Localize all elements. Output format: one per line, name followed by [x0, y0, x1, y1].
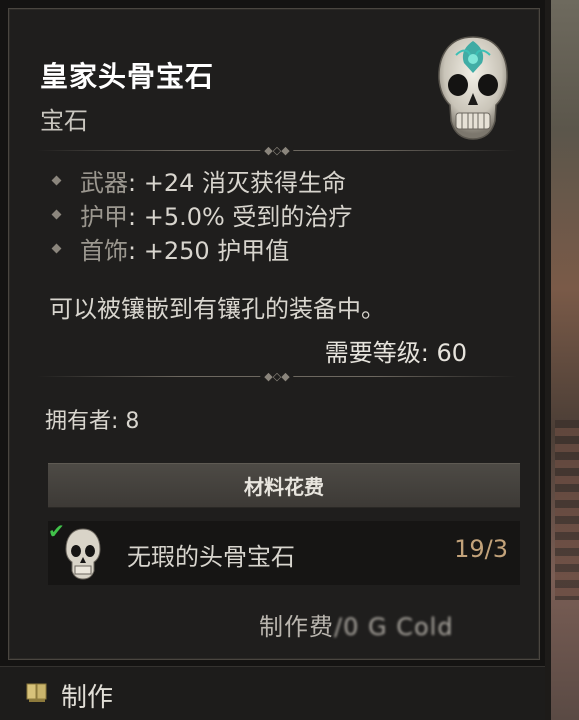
level-requirement: 需要等级: 60 [324, 339, 467, 367]
affix-value: : +250 护甲值 [128, 236, 290, 265]
item-name: 皇家头骨宝石 [40, 60, 215, 93]
skull-icon [65, 528, 101, 580]
materials-header: 材料花费 [48, 463, 520, 508]
material-name: 无瑕的头骨宝石 [127, 543, 295, 571]
affix-slot: 首饰 [80, 236, 128, 265]
affix-armor: 护甲 : +5.0% 受到的治疗 [49, 197, 352, 231]
material-row[interactable]: ✔ 无瑕的头骨宝石 19/3 [48, 519, 520, 585]
cost-label: 制作费 [259, 613, 334, 641]
affix-weapon: 武器 : +24 消灭获得生命 [49, 163, 346, 197]
skull-gem-icon [438, 36, 508, 140]
item-description: 可以被镶嵌到有镶孔的装备中。 [49, 295, 385, 323]
affix-jewelry: 首饰 : +250 护甲值 [49, 231, 289, 265]
book-icon [26, 683, 47, 702]
bullet-icon [51, 243, 62, 253]
divider: ◆◇◆ [37, 145, 517, 157]
craft-button[interactable]: 制作 [61, 677, 113, 714]
background-scenery [545, 0, 579, 720]
item-tooltip: 皇家头骨宝石 宝石 ◆◇◆ 武器: +24 消灭获得生命 护甲: +5.0%… [8, 8, 540, 660]
crafting-cost: 制作费/0 G Cold [259, 607, 454, 642]
affix-slot: 武器 [80, 168, 128, 197]
item-type: 宝石 [40, 107, 88, 135]
action-bar: 制作 [0, 666, 545, 720]
cost-value: /0 G Cold [334, 613, 454, 641]
affix-value: : +24 消灭获得生命 [128, 168, 346, 197]
bullet-icon [51, 209, 62, 219]
bullet-icon [51, 175, 62, 185]
owned-count: 拥有者: 8 [45, 409, 140, 434]
affix-value: : +5.0% 受到的治疗 [128, 202, 353, 231]
material-count: 19/3 [454, 535, 508, 563]
affix-slot: 护甲 [80, 202, 128, 231]
screen: 皇家头骨宝石 宝石 ◆◇◆ 武器: +24 消灭获得生命 护甲: +5.0%… [0, 0, 579, 720]
divider: ◆◇◆ [37, 371, 517, 383]
check-icon: ✔ [48, 519, 65, 543]
